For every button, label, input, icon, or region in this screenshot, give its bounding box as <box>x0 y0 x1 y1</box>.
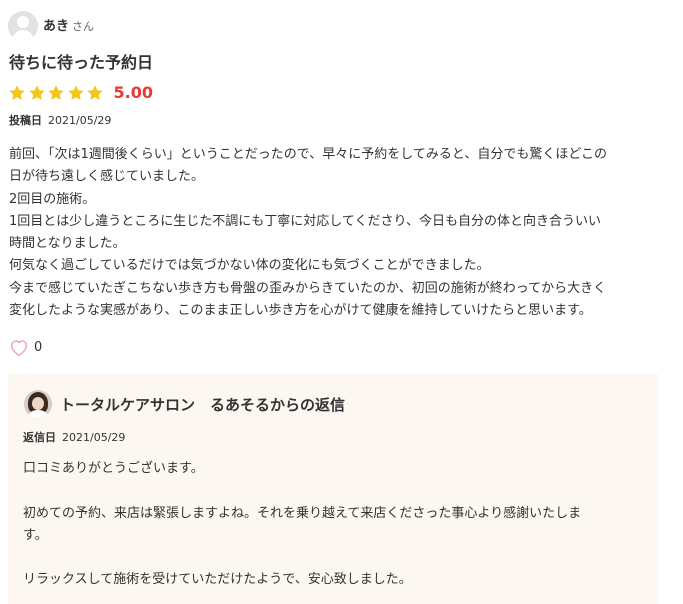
shop-avatar <box>24 390 52 418</box>
star-icon <box>9 85 25 100</box>
shop-reply: トータルケアサロン るあそるからの返信 返信日 2021/05/29 口コミありが… <box>8 374 658 604</box>
reply-body-line <box>23 480 643 502</box>
reply-body-line: 初めての予約、来店は緊張しますよね。それを乗り越えて来店くださった事心より感謝い… <box>23 505 582 521</box>
star-icon <box>28 85 45 100</box>
reply-title: トータルケアサロン るあそるからの返信 <box>60 396 346 414</box>
review-body-line: 2回目の施術。 <box>9 191 96 207</box>
reviewer-name: あき さん <box>43 18 94 36</box>
reviewer-honorific: さん <box>72 20 95 33</box>
reply-date-value: 2021/05/29 <box>62 431 126 444</box>
review-body-line: 変化したような実感があり、このまま正しい歩き方を心がけて健康を維持していけたらと… <box>9 303 592 319</box>
review-body-line: 日が待ち遠しく感じていました。 <box>9 169 205 185</box>
reply-body-line: リラックスして施術を受けていただけたようで、安心致しました。 <box>23 572 412 588</box>
review-body-line: 時間となりました。 <box>9 236 126 252</box>
post-date-row: 投稿日 2021/05/29 <box>9 113 111 129</box>
avatar-head-shape <box>17 16 29 28</box>
user-avatar <box>8 11 38 41</box>
review-body-line: 1回目とは少し違うところに生じた不調にも丁寧に対応してくださり、今日も自分の体と… <box>9 213 601 229</box>
reply-body-line <box>23 547 643 569</box>
reply-date-row: 返信日 2021/05/29 <box>23 430 125 446</box>
heart-icon <box>10 340 28 357</box>
post-date-label: 投稿日 <box>9 114 42 127</box>
review-body: 前回、「次は1週間後くらい」ということだったので、早々に予約をしてみると、自分で… <box>9 144 669 322</box>
review-body-line: 何気なく過ごしているだけでは気づかない体の変化にも気づくことができました。 <box>9 258 490 274</box>
rating-stars: 5.00 <box>8 82 153 104</box>
avatar-body-shape <box>12 30 34 41</box>
review-title: 待ちに待った予約日 <box>9 53 154 72</box>
reply-body: 口コミありがとうございます。 初めての予約、来店は緊張しますよね。それを乗り越え… <box>23 458 643 592</box>
avatar-face-shape <box>32 397 44 410</box>
reviewer-name-text: あき <box>43 19 70 34</box>
star-icon <box>87 85 103 100</box>
review-body-line: 前回、「次は1週間後くらい」ということだったので、早々に予約をしてみると、自分で… <box>9 147 607 162</box>
like-button[interactable]: 0 <box>9 338 42 357</box>
post-date-value: 2021/05/29 <box>48 114 112 127</box>
reply-body-line: 口コミありがとうございます。 <box>23 461 204 476</box>
star-icon <box>48 85 64 100</box>
reply-date-label: 返信日 <box>23 431 56 444</box>
star-icon <box>67 85 84 100</box>
like-count: 0 <box>34 340 43 355</box>
rating-score: 5.00 <box>113 83 153 102</box>
reply-body-line: す。 <box>23 527 48 543</box>
review-body-line: 今まで感じていたぎこちない歩き方も骨盤の歪みからきていたのか、初回の施術が終わっ… <box>9 280 607 296</box>
